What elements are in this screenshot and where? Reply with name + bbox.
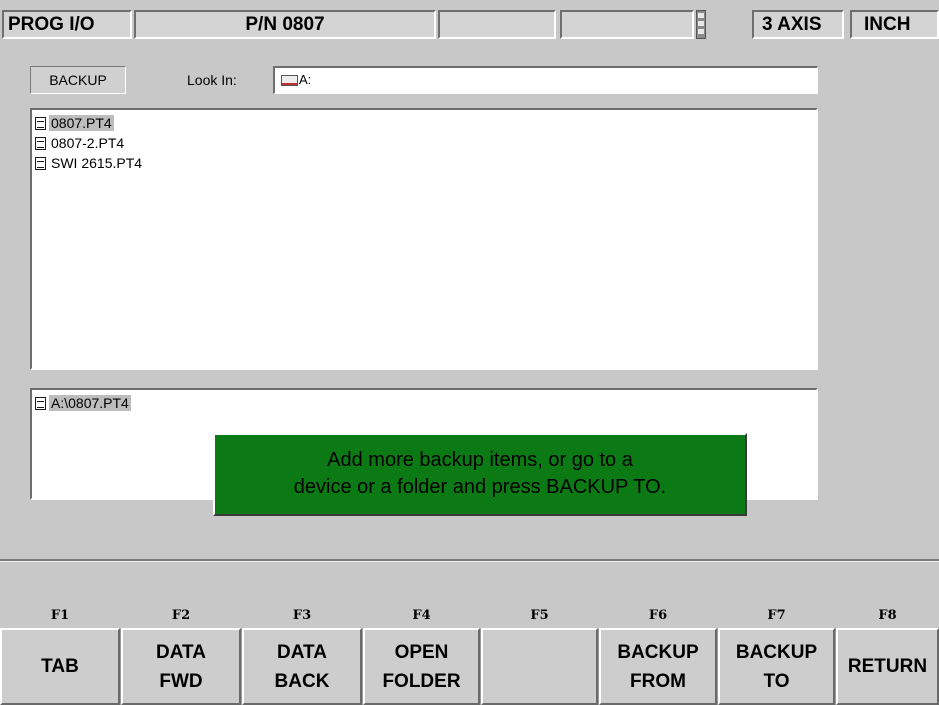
document-icon bbox=[35, 117, 46, 130]
fkey-label-f6: F6 bbox=[648, 608, 668, 623]
file-list[interactable]: 0807.PT4 0807-2.PT4 SWI 2615.PT4 bbox=[30, 108, 818, 370]
fkey-label-f1: F1 bbox=[50, 608, 70, 623]
fkey-button-line-2: BACK bbox=[274, 670, 330, 692]
document-icon bbox=[35, 397, 46, 410]
fkey-label-f3: F3 bbox=[292, 608, 312, 623]
document-icon bbox=[35, 137, 46, 150]
message-line-1: Add more backup items, or go to a bbox=[327, 449, 633, 471]
fkey-button-line-1: BACKUP bbox=[617, 641, 699, 663]
part-number: P/N 0807 bbox=[134, 10, 436, 39]
fkey-label-f5: F5 bbox=[530, 608, 549, 623]
fkey-button-f6[interactable]: BACKUP FROM bbox=[599, 628, 717, 705]
fkey-button-line-1: RETURN bbox=[847, 656, 928, 677]
fkey-button-f7[interactable]: BACKUP TO bbox=[718, 628, 835, 705]
message-line-2: device or a folder and press BACKUP TO. bbox=[293, 476, 667, 498]
function-key-bar: TAB DATA FWD DATA BACK OPEN FOLDER BACKUP FROM BA… bbox=[0, 628, 939, 705]
drive-icon bbox=[281, 75, 298, 87]
file-list-item[interactable]: SWI 2615.PT4 bbox=[35, 153, 816, 173]
look-in-label: Look In: bbox=[187, 72, 237, 88]
units-indicator: INCH bbox=[850, 10, 939, 39]
fkey-button-line-1: OPEN bbox=[394, 641, 449, 663]
look-in-dropdown[interactable]: A: bbox=[273, 66, 818, 94]
fkey-button-line-1: DATA bbox=[156, 641, 206, 663]
fkey-button-f2[interactable]: DATA FWD bbox=[121, 628, 241, 705]
fkey-button-f1[interactable]: TAB bbox=[0, 628, 120, 705]
file-list-item[interactable]: 0807.PT4 bbox=[35, 113, 816, 133]
status-strip bbox=[0, 562, 939, 600]
file-name: 0807-2.PT4 bbox=[51, 135, 125, 151]
function-key-labels: F1 F2 F3 F4 F5 F6 F7 F8 bbox=[0, 603, 939, 629]
fkey-label-f2: F2 bbox=[171, 608, 191, 623]
fkey-label-f4: F4 bbox=[412, 608, 431, 623]
look-in-value: A: bbox=[299, 72, 312, 87]
fkey-button-line-1: DATA bbox=[277, 641, 327, 663]
fkey-button-line-2: FOLDER bbox=[382, 670, 461, 692]
header-field-blank-1 bbox=[438, 10, 556, 39]
axis-count: 3 AXIS bbox=[752, 10, 844, 39]
fkey-button-f4[interactable]: OPEN FOLDER bbox=[363, 628, 480, 705]
fkey-label-f7: F7 bbox=[767, 608, 786, 623]
backup-mode-label: BACKUP bbox=[30, 66, 126, 94]
fkey-button-line-2: FROM bbox=[630, 670, 686, 692]
file-list-item[interactable]: A:\0807.PT4 bbox=[35, 393, 816, 413]
file-name: SWI 2615.PT4 bbox=[51, 155, 143, 171]
fkey-button-f8[interactable]: RETURN bbox=[836, 628, 939, 705]
fkey-button-f5[interactable] bbox=[481, 628, 598, 705]
file-name: 0807.PT4 bbox=[49, 115, 114, 131]
status-indicator-icon bbox=[696, 10, 706, 39]
fkey-button-line-1: TAB bbox=[41, 656, 79, 677]
fkey-button-line-2: FWD bbox=[159, 670, 203, 692]
file-list-item[interactable]: 0807-2.PT4 bbox=[35, 133, 816, 153]
instruction-message: Add more backup items, or go to a device… bbox=[213, 433, 747, 516]
mode-title: PROG I/O bbox=[2, 10, 132, 39]
fkey-button-line-2: TO bbox=[763, 670, 790, 692]
fkey-button-line-1: BACKUP bbox=[735, 641, 818, 663]
backup-item-name: A:\0807.PT4 bbox=[49, 395, 131, 411]
fkey-button-f3[interactable]: DATA BACK bbox=[242, 628, 362, 705]
fkey-label-f8: F8 bbox=[878, 608, 897, 623]
document-icon bbox=[35, 157, 46, 170]
header-field-blank-2 bbox=[560, 10, 694, 39]
